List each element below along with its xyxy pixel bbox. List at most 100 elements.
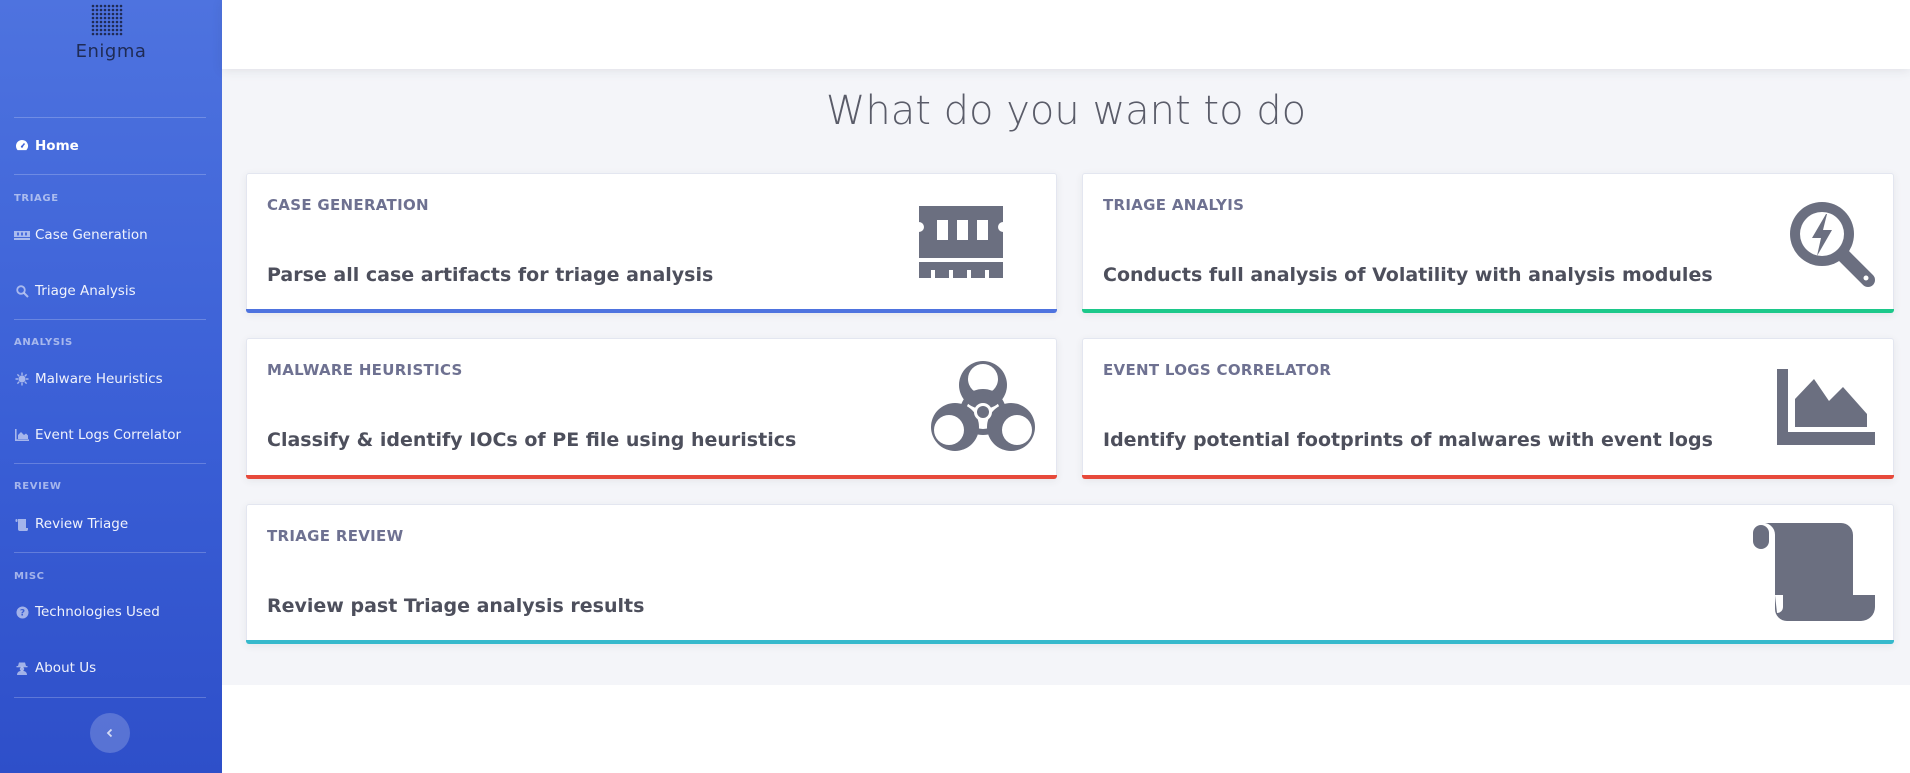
sidebar-item-label: Technologies Used [35,604,160,620]
logo-dot [99,12,103,16]
logo-dot [119,32,123,36]
sidebar-divider [14,463,206,464]
sidebar-item-label: Case Generation [35,227,148,243]
sidebar-item-review-triage[interactable]: Review Triage [14,511,206,537]
card-description: Parse all case artifacts for triage anal… [267,264,714,286]
logo-dot [95,24,99,28]
sidebar-item-malware-heuristics[interactable]: Malware Heuristics [14,366,206,392]
sidebar-divider [14,552,206,553]
page-title: What do you want to do [825,88,1307,134]
sidebar-heading-triage: TRIAGE [14,193,59,204]
sidebar-item-home[interactable]: Home [14,133,206,159]
sidebar-divider [14,117,206,118]
footer [222,685,1910,773]
sidebar-heading-misc: MISC [14,571,45,582]
logo-dot [91,12,95,16]
logo-dot [103,12,107,16]
logo-dot [95,4,99,8]
logo-dot [111,16,115,20]
sidebar-item-about-us[interactable]: About Us [14,655,206,681]
logo-dot [103,8,107,12]
sidebar-item-triage-analysis[interactable]: Triage Analysis [14,278,206,304]
sidebar-item-label: Event Logs Correlator [35,427,182,443]
sidebar-item-event-logs-correlator[interactable]: Event Logs Correlator [14,422,206,448]
logo-dot [103,32,107,36]
card-triage-analysis[interactable]: TRIAGE ANALYIS Conducts full analysis of… [1082,173,1894,313]
sidebar-item-label: About Us [35,660,97,676]
card-label: TRIAGE REVIEW [267,527,404,545]
virus-icon [14,372,30,386]
card-accent-bar [246,309,1057,313]
scroll-icon [14,517,30,531]
logo-dot [107,12,111,16]
logo-dot [115,28,119,32]
logo-dot [99,4,103,8]
logo-dot [91,32,95,36]
logo-dot [111,24,115,28]
logo-dot [95,32,99,36]
card-label: EVENT LOGS CORRELATOR [1103,361,1332,379]
sidebar-divider [14,319,206,320]
card-malware-heuristics[interactable]: MALWARE HEURISTICS Classify & identify I… [246,338,1057,479]
logo-dot [95,16,99,20]
logo-dot [99,20,103,24]
logo-dot [107,16,111,20]
logo-dot [103,20,107,24]
search-icon [14,284,30,298]
logo-dot [115,16,119,20]
logo-dot [103,28,107,32]
logo-dot [115,12,119,16]
sidebar-divider [14,697,206,698]
logo-dot [111,12,115,16]
logo-dot [111,28,115,32]
sidebar-heading-analysis: ANALYSIS [14,337,73,348]
chart-area-icon [14,428,30,442]
card-accent-bar [246,475,1057,479]
logo-dot [119,4,123,8]
card-triage-review[interactable]: TRIAGE REVIEW Review past Triage analysi… [246,504,1894,644]
card-event-logs-correlator[interactable]: EVENT LOGS CORRELATOR Identify potential… [1082,338,1894,479]
sidebar-item-label: Malware Heuristics [35,371,163,387]
logo-dot [91,16,95,20]
sidebar-item-technologies-used[interactable]: ? Technologies Used [14,599,206,625]
logo-dot [115,4,119,8]
logo-dot [119,12,123,16]
card-description: Classify & identify IOCs of PE file usin… [267,429,797,451]
memory-icon [14,228,30,242]
svg-text:?: ? [19,608,24,618]
logo-dot [99,16,103,20]
logo-dot [95,28,99,32]
sidebar-toggle-button[interactable] [90,713,130,753]
sidebar-item-label: Home [35,138,79,154]
card-description: Review past Triage analysis results [267,595,645,617]
logo-dot [115,32,119,36]
logo-dot [99,24,103,28]
logo-dot [119,8,123,12]
logo-dot [111,8,115,12]
search-bolt-icon [1790,202,1875,287]
card-description: Identify potential footprints of malware… [1103,429,1713,451]
logo-dot [111,32,115,36]
logo-dot [95,12,99,16]
logo-dot [111,4,115,8]
logo-dot [119,20,123,24]
card-accent-bar [246,640,1894,644]
logo-dot [103,16,107,20]
scroll-icon [1753,523,1875,621]
logo-dot [103,24,107,28]
brand[interactable]: Enigma [0,0,222,110]
card-accent-bar [1082,475,1894,479]
card-accent-bar [1082,309,1894,313]
logo-dot [91,28,95,32]
user-secret-icon [14,661,30,675]
logo-dot [107,24,111,28]
sidebar-heading-review: REVIEW [14,481,62,492]
logo-dot [115,8,119,12]
logo-dot [99,28,103,32]
card-case-generation[interactable]: CASE GENERATION Parse all case artifacts… [246,173,1057,313]
sidebar-item-case-generation[interactable]: Case Generation [14,222,206,248]
logo-dot [115,20,119,24]
logo-dot [119,16,123,20]
biohazard-icon [931,361,1035,451]
brand-name: Enigma [75,41,147,62]
